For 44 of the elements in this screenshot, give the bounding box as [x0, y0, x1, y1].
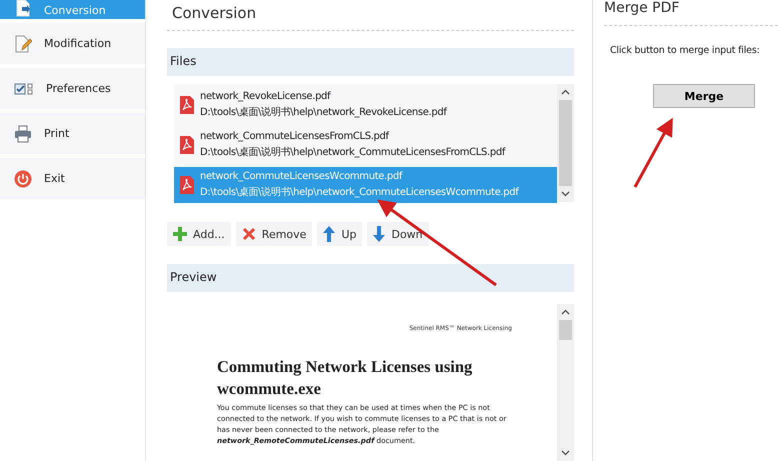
section-header: Preview [167, 264, 574, 292]
scrollbar-thumb[interactable] [559, 100, 572, 186]
document-pencil-icon [14, 34, 32, 52]
scroll-down-icon[interactable] [561, 191, 570, 197]
instruction-text: Click button to merge input files: [610, 45, 761, 56]
checklist-icon [14, 80, 34, 96]
x-icon [242, 227, 256, 241]
document-arrow-icon [14, 0, 32, 17]
sidebar-item[interactable]: Exit [0, 158, 145, 199]
printer-icon [14, 124, 32, 142]
sidebar-item[interactable]: Print [0, 113, 145, 154]
add-button[interactable]: Add... [167, 222, 231, 246]
up-arrow-icon [323, 226, 336, 242]
file-name: network_CommuteLicensesWcommute.pdf [200, 170, 404, 184]
scrollbar[interactable] [557, 304, 574, 461]
panel-title: Merge PDF [604, 0, 778, 26]
file-name: network_RevokeLicense.pdf [200, 90, 332, 104]
file-list-item[interactable]: network_CommuteLicensesFromCLS.pdf D:\tools\桌面\说明书\help\network_CommuteLicensesFromCLS.pdf [174, 127, 557, 163]
file-list-item[interactable]: network_RevokeLicense.pdf D:\tools\桌面\说明书\help\network_RevokeLicense.pdf [174, 87, 557, 123]
down-button[interactable]: Down [367, 222, 429, 246]
pdf-file-icon [179, 135, 195, 155]
arrow-annotation [634, 118, 673, 188]
merge-button[interactable]: Merge [653, 84, 755, 108]
up-button[interactable]: Up [317, 222, 362, 246]
pdf-file-icon [179, 95, 195, 115]
sidebar-item[interactable]: Preferences [0, 68, 145, 109]
file-name: network_CommuteLicensesFromCLS.pdf [200, 130, 390, 144]
scrollbar-thumb[interactable] [559, 320, 572, 340]
panel-title: Conversion [167, 0, 574, 31]
scroll-up-icon[interactable] [561, 309, 570, 315]
file-path: D:\tools\桌面\说明书\help\network_RevokeLicense.pdf [200, 106, 447, 120]
power-icon [14, 170, 32, 188]
document-heading: Commuting Network Licenses using wcommute.exe [217, 356, 474, 400]
section-header: Files [167, 48, 574, 76]
down-arrow-icon [373, 226, 386, 242]
scrollbar[interactable] [557, 84, 574, 202]
scroll-up-icon[interactable] [561, 89, 570, 95]
scroll-down-icon[interactable] [561, 450, 570, 456]
file-path: D:\tools\桌面\说明书\help\network_CommuteLicensesFromCLS.pdf [200, 146, 506, 160]
file-path: D:\tools\桌面\说明书\help\network_CommuteLicensesWcommute.pdf [200, 186, 518, 200]
pdf-file-icon [179, 175, 195, 195]
remove-button[interactable]: Remove [236, 222, 312, 246]
plus-icon [173, 227, 187, 241]
sidebar-item[interactable]: Modification [0, 23, 145, 64]
